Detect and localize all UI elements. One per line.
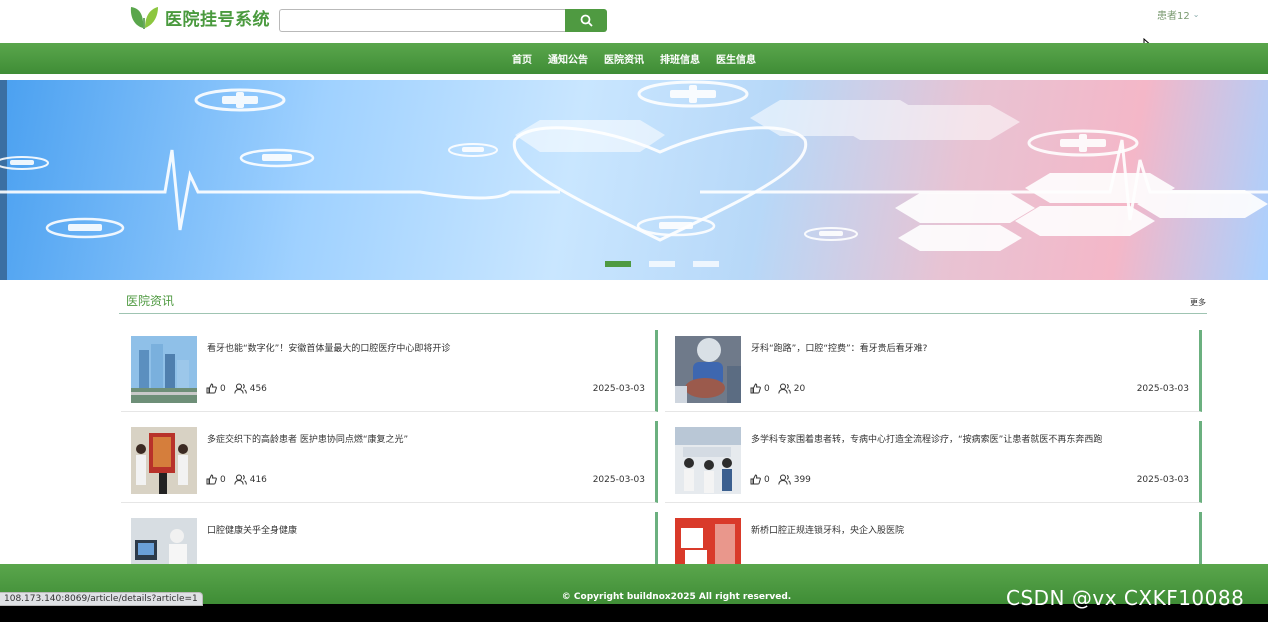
- users-icon: [778, 383, 791, 394]
- like-count: 0: [764, 383, 770, 394]
- news-thumbnail: [675, 427, 741, 494]
- browser-status-url: 108.173.140:8069/article/details?article…: [0, 592, 203, 606]
- news-more-link[interactable]: 更多: [1190, 297, 1206, 308]
- section-divider: [119, 313, 1207, 314]
- carousel-dot-2[interactable]: [649, 261, 675, 267]
- news-thumbnail: [675, 336, 741, 403]
- main-nav: 首页 通知公告 医院资讯 排班信息 医生信息: [0, 43, 1268, 74]
- news-date: 2025-03-03: [592, 384, 645, 394]
- news-card[interactable]: 牙科“跑路”，口腔“控费”：看牙贵后看牙难? 0 20 2025-03-03: [665, 330, 1202, 412]
- news-card[interactable]: 多学科专家围着患者转，专病中心打造全流程诊疗，“按病索医”让患者就医不再东奔西跑…: [665, 421, 1202, 503]
- news-title[interactable]: 新桥口腔正规连锁牙科，央企入股医院: [751, 523, 904, 536]
- view-count: 20: [793, 383, 806, 394]
- leaf-logo-icon: [130, 7, 158, 29]
- search-button[interactable]: [565, 9, 607, 32]
- news-stats: 0 399: [750, 474, 819, 485]
- news-thumbnail: [131, 427, 197, 494]
- thumbs-up-icon[interactable]: [750, 474, 761, 485]
- news-date: 2025-03-03: [1136, 384, 1189, 394]
- news-stats: 0 416: [206, 474, 275, 485]
- like-count: 0: [764, 474, 770, 485]
- page: 医院挂号系统 患者12 ⌄ 首页 通知公告 医院资讯 排班信息 医生信息 医院资…: [0, 0, 1268, 622]
- user-name: 患者12: [1157, 11, 1190, 22]
- nav-item-notices[interactable]: 通知公告: [548, 51, 588, 66]
- view-count: 416: [249, 474, 267, 485]
- site-title: 医院挂号系统: [165, 9, 270, 30]
- like-count: 0: [220, 474, 226, 485]
- users-icon: [234, 474, 247, 485]
- nav-item-news[interactable]: 医院资讯: [604, 51, 644, 66]
- news-title[interactable]: 多症交织下的高龄患者 医护患协同点燃“康复之光”: [207, 432, 408, 445]
- chevron-down-icon: ⌄: [1192, 10, 1200, 19]
- news-card[interactable]: 多症交织下的高龄患者 医护患协同点燃“康复之光” 0 416 2025-03-0…: [121, 421, 658, 503]
- news-card[interactable]: 看牙也能“数字化”！安徽首体量最大的口腔医疗中心即将开诊 0 456 2025-…: [121, 330, 658, 412]
- news-title[interactable]: 口腔健康关乎全身健康: [207, 523, 297, 536]
- news-thumbnail: [131, 336, 197, 403]
- carousel-dot-3[interactable]: [693, 261, 719, 267]
- site-logo[interactable]: 医院挂号系统: [129, 4, 270, 30]
- news-stats: 0 456: [206, 383, 275, 394]
- users-icon: [234, 383, 247, 394]
- search-input[interactable]: [279, 9, 565, 32]
- banner-medical-graphic: [0, 80, 1268, 251]
- news-stats: 0 20: [750, 383, 813, 394]
- header: 医院挂号系统 患者12 ⌄: [0, 0, 1268, 43]
- csdn-watermark: CSDN @vx CXKF10088: [1006, 586, 1245, 610]
- like-count: 0: [220, 383, 226, 394]
- news-date: 2025-03-03: [592, 475, 645, 485]
- search-icon: [580, 14, 593, 27]
- view-count: 456: [249, 383, 267, 394]
- user-menu[interactable]: 患者12 ⌄: [1157, 7, 1199, 22]
- news-section-title: 医院资讯: [126, 294, 175, 308]
- users-icon: [778, 474, 791, 485]
- nav-item-schedule[interactable]: 排班信息: [660, 51, 700, 66]
- carousel-dots: [605, 261, 737, 267]
- nav-item-home[interactable]: 首页: [512, 51, 532, 66]
- news-title[interactable]: 多学科专家围着患者转，专病中心打造全流程诊疗，“按病索医”让患者就医不再东奔西跑: [751, 432, 1102, 445]
- thumbs-up-icon[interactable]: [750, 383, 761, 394]
- search-bar: [279, 9, 607, 32]
- news-date: 2025-03-03: [1136, 475, 1189, 485]
- news-title[interactable]: 牙科“跑路”，口腔“控费”：看牙贵后看牙难?: [751, 341, 927, 354]
- carousel-dot-1[interactable]: [605, 261, 631, 267]
- thumbs-up-icon[interactable]: [206, 474, 217, 485]
- view-count: 399: [793, 474, 811, 485]
- news-title[interactable]: 看牙也能“数字化”！安徽首体量最大的口腔医疗中心即将开诊: [207, 341, 450, 354]
- thumbs-up-icon[interactable]: [206, 383, 217, 394]
- nav-item-doctors[interactable]: 医生信息: [716, 51, 756, 66]
- banner-carousel[interactable]: [0, 80, 1268, 280]
